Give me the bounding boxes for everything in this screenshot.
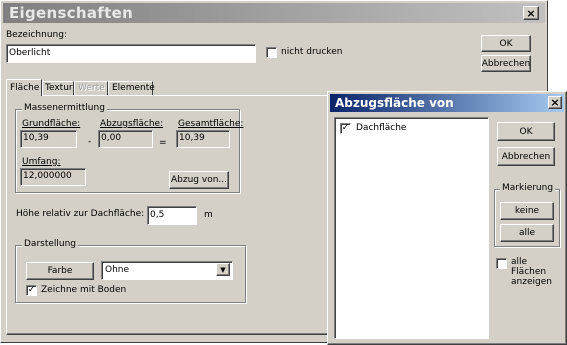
tab-flaeche[interactable]: Fläche [6,79,42,96]
deduct-from-button[interactable]: Abzug von... [169,171,229,189]
main-cancel-button[interactable]: Abbrechen [481,55,531,72]
tab-elemente-label: Elemente [112,83,155,93]
tab-werte[interactable]: Werte [74,81,108,96]
no-print-label: nicht drucken [281,47,343,57]
dialog-cancel-label: Abbrechen [501,151,551,162]
list-item-label: Dachfläche [356,123,407,133]
color-select-value: Ohne [105,265,130,275]
mark-all-label: alle [518,228,536,238]
surface-list[interactable]: ✓ Dachfläche [334,117,489,339]
dialog-ok-button[interactable]: OK [497,122,555,141]
total-area-value: 10,39 [179,133,205,143]
tab-elemente[interactable]: Elemente [108,81,155,96]
draw-floor-label: Zeichne mit Boden [41,285,127,295]
dialog-title-bar[interactable]: Abzugsfläche von × [330,94,564,112]
main-cancel-label: Abbrechen [481,58,531,69]
deduct-area-label: Abzugsfläche: [100,119,164,129]
perimeter-field: 12,000000 [20,168,86,186]
equals-sign: = [159,138,167,148]
no-print-checkbox[interactable] [266,47,277,58]
tab-werte-label: Werte [78,83,105,93]
deduct-from-label: Abzug von... [171,175,227,185]
main-ok-button[interactable]: OK [481,35,531,52]
chevron-down-icon: ▼ [220,265,226,274]
mark-all-button[interactable]: alle [500,224,554,242]
tab-textur[interactable]: Textur [42,81,74,96]
total-area-field: 10,39 [176,130,230,148]
total-area-label: Gesamtfläche: [178,119,244,129]
main-title: Eigenschaften [9,4,134,22]
perimeter-label: Umfang: [22,157,61,167]
height-input[interactable]: 0,5 [147,206,197,225]
close-icon: × [526,6,536,20]
mark-none-button[interactable]: keine [500,202,554,220]
draw-floor-checkbox[interactable]: ✓ [26,285,37,296]
deduct-area-value: 0,00 [101,133,122,143]
close-icon: × [550,96,560,109]
height-label: Höhe relativ zur Dachfläche: [16,209,145,219]
height-input-value: 0,5 [150,210,165,220]
deduct-dialog: Abzugsfläche von × ✓ Dachfläche OK Abbre… [327,91,567,345]
perimeter-value: 12,000000 [23,171,72,181]
main-ok-label: OK [499,38,513,49]
mark-none-label: keine [514,206,540,216]
display-group-title: Darstellung [22,239,79,250]
deduct-area-field: 0,00 [98,130,153,148]
tab-textur-label: Textur [45,83,73,93]
tab-flaeche-label: Fläche [10,83,40,93]
color-select-dropdown-button[interactable]: ▼ [216,263,230,276]
dialog-ok-label: OK [519,126,533,137]
main-title-bar[interactable]: Eigenschaften × [3,3,545,23]
gross-area-field: 10,39 [20,130,77,148]
show-all-checkbox[interactable] [496,258,507,269]
list-item[interactable]: ✓ Dachfläche [340,123,480,136]
checkmark-icon: ✓ [27,285,36,295]
name-input-value: Oberlicht [9,48,51,58]
name-input[interactable]: Oberlicht [6,44,256,63]
height-unit: m [204,210,213,220]
minus-sign: - [88,137,92,147]
color-button-label: Farbe [47,266,73,276]
name-label: Bezeichnung: [6,30,67,40]
color-select[interactable]: Ohne ▼ [101,261,233,280]
dialog-cancel-button[interactable]: Abbrechen [497,147,555,166]
show-all-label: alle Flächen anzeigen [511,257,552,287]
dialog-title: Abzugsfläche von [335,96,454,110]
dialog-close-button[interactable]: × [548,96,562,109]
mark-group-title: Markierung [500,183,556,194]
main-close-button[interactable]: × [523,6,539,20]
color-button[interactable]: Farbe [26,262,94,280]
mass-group-title: Massenermittlung [22,103,107,114]
gross-area-label: Grundfläche: [22,119,81,129]
list-item-checkbox[interactable]: ✓ [340,123,351,134]
gross-area-value: 10,39 [23,133,49,143]
checkmark-icon: ✓ [341,123,350,133]
